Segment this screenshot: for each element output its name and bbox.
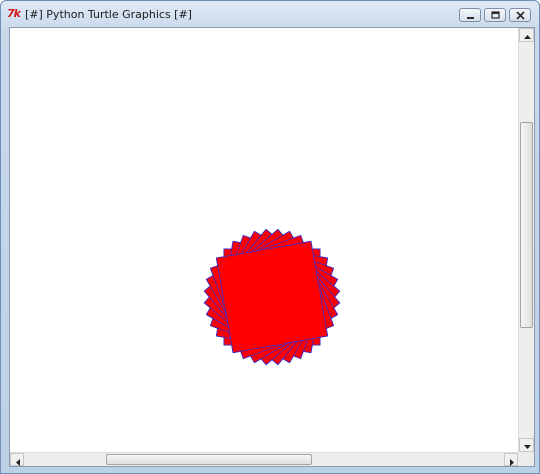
turtle-center-disk [224, 249, 320, 345]
maximize-icon [491, 11, 500, 19]
arrow-up-icon [524, 35, 531, 39]
scroll-up-button[interactable] [519, 28, 534, 42]
turtle-canvas[interactable] [10, 28, 518, 452]
arrow-left-icon [16, 459, 20, 466]
scrollbar-corner [518, 452, 534, 466]
title-bar[interactable]: 7k [#] Python Turtle Graphics [#] [1, 1, 539, 27]
turtle-client-area [9, 27, 535, 467]
horizontal-scroll-thumb[interactable] [106, 454, 312, 465]
vertical-scroll-thumb[interactable] [520, 122, 533, 328]
scroll-down-button[interactable] [519, 438, 534, 452]
vertical-scrollbar[interactable] [518, 28, 534, 452]
scroll-right-button[interactable] [504, 453, 518, 466]
turtle-window: 7k [#] Python Turtle Graphics [#] [0, 0, 540, 474]
window-title: [#] Python Turtle Graphics [#] [25, 8, 192, 21]
maximize-button[interactable] [484, 8, 506, 22]
arrow-right-icon [510, 459, 514, 466]
close-icon [516, 11, 525, 20]
minimize-icon [467, 17, 474, 19]
close-button[interactable] [509, 8, 531, 22]
minimize-button[interactable] [459, 8, 481, 22]
turtle-drawing [203, 228, 341, 366]
horizontal-scrollbar[interactable] [10, 452, 518, 466]
scroll-left-button[interactable] [10, 453, 24, 466]
tk-app-icon: 7k [7, 7, 21, 20]
